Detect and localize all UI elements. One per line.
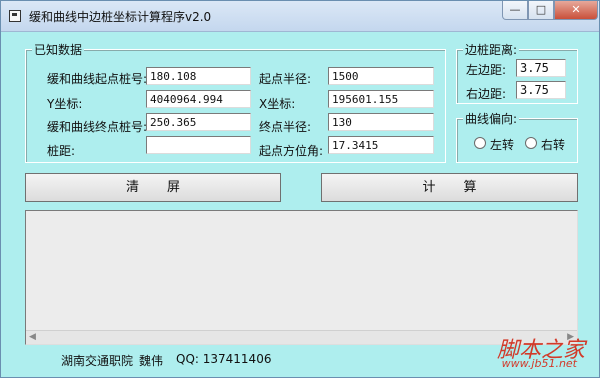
app-icon (9, 10, 21, 22)
known-data-legend: 已知数据 (32, 41, 85, 58)
azimuth-label: 起点方位角: (259, 144, 324, 158)
end-station-label: 缓和曲线终点桩号: (47, 120, 148, 134)
y-coord-input[interactable] (146, 90, 251, 108)
end-radius-input[interactable] (328, 113, 434, 131)
y-coord-label: Y坐标: (47, 97, 83, 111)
clear-screen-button[interactable]: 清屏 (25, 173, 281, 202)
left-offset-label: 左边距: (466, 63, 507, 77)
start-radius-label: 起点半径: (259, 72, 312, 86)
pile-distance-label: 桩距: (47, 144, 76, 158)
compute-button[interactable]: 计算 (321, 173, 578, 202)
right-turn-label[interactable]: 右转 (541, 136, 565, 153)
left-turn-radio[interactable] (474, 137, 486, 149)
start-station-input[interactable] (146, 67, 251, 85)
right-offset-label: 右边距: (466, 87, 507, 101)
right-offset-input[interactable] (516, 81, 566, 99)
azimuth-input[interactable] (328, 136, 434, 154)
x-coord-input[interactable] (328, 90, 434, 108)
close-button[interactable]: ✕ (554, 1, 598, 20)
left-offset-input[interactable] (516, 59, 566, 77)
title-bar: 缓和曲线中边桩坐标计算程序v2.0 — □ ✕ (1, 1, 599, 32)
left-turn-label[interactable]: 左转 (490, 136, 514, 153)
footer-author: 魏伟 (139, 354, 164, 368)
app-window: 缓和曲线中边桩坐标计算程序v2.0 — □ ✕ 已知数据 缓和曲线起点桩号: 起… (0, 0, 600, 378)
start-radius-input[interactable] (328, 67, 434, 85)
footer-qq: QQ: 137411406 (176, 352, 272, 366)
direction-legend: 曲线偏向: (463, 110, 520, 127)
scroll-left-icon[interactable]: ◀ (29, 332, 36, 342)
pile-distance-input[interactable] (146, 136, 251, 154)
watermark-url: www.jb51.net (501, 357, 577, 370)
footer-org: 湖南交通职院 (61, 354, 134, 368)
maximize-button[interactable]: □ (528, 1, 554, 20)
end-radius-label: 终点半径: (259, 120, 312, 134)
right-turn-radio[interactable] (525, 137, 537, 149)
x-coord-label: X坐标: (259, 97, 296, 111)
output-textarea[interactable]: ◀ ▶ (25, 210, 578, 345)
end-station-input[interactable] (146, 113, 251, 131)
minimize-button[interactable]: — (502, 1, 528, 20)
offset-legend: 边桩距离: (463, 41, 520, 58)
horizontal-scrollbar[interactable]: ◀ ▶ (26, 330, 577, 344)
window-title: 缓和曲线中边桩坐标计算程序v2.0 (29, 10, 212, 24)
start-station-label: 缓和曲线起点桩号: (47, 72, 148, 86)
